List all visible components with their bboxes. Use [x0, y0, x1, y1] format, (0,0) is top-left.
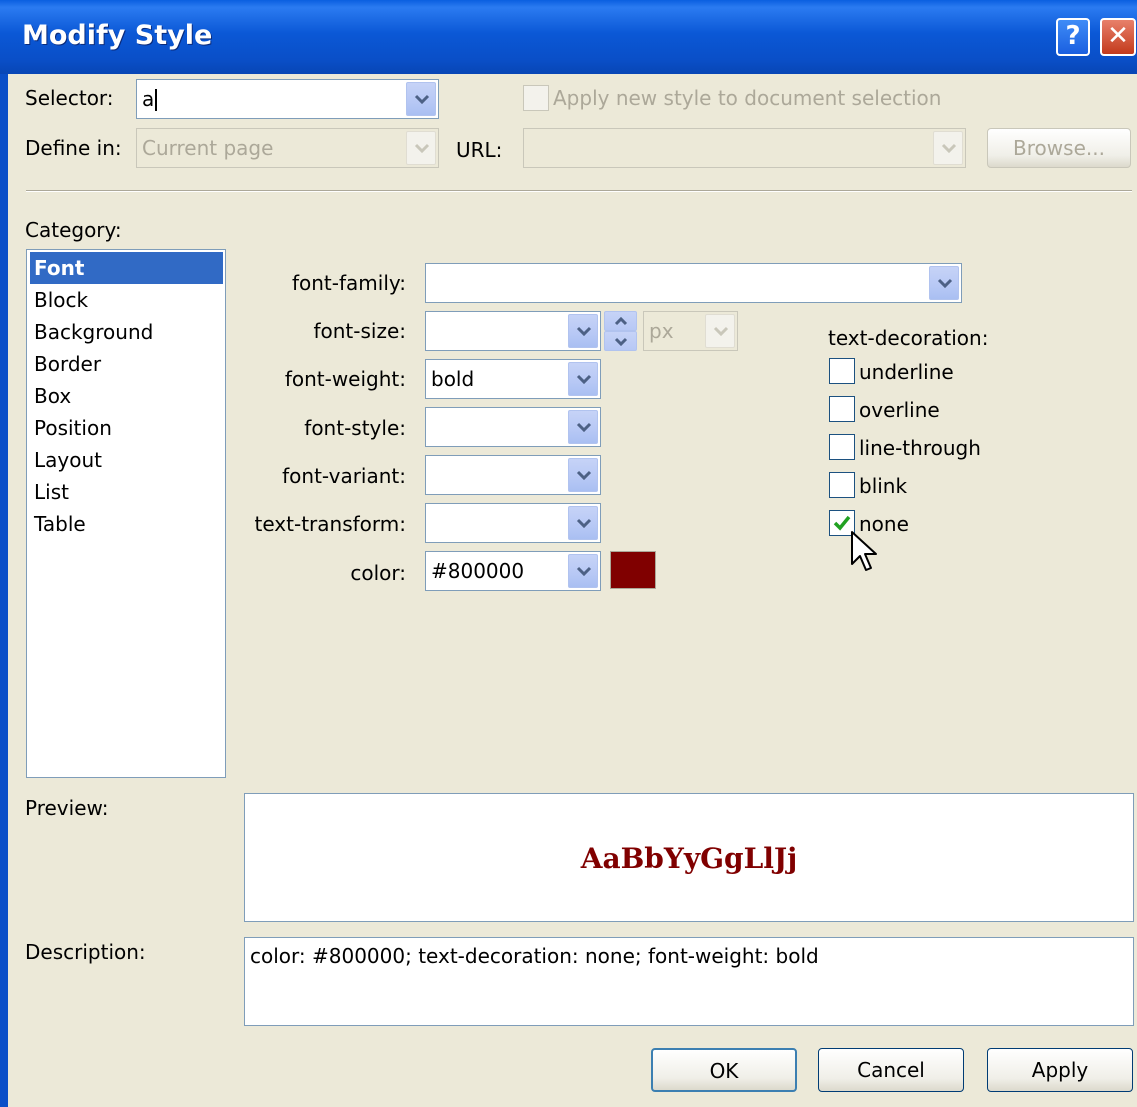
font-variant-label: font-variant: — [282, 464, 406, 488]
close-button[interactable]: ✕ — [1100, 18, 1136, 56]
text-caret — [155, 89, 157, 111]
text-transform-dropdown-button[interactable] — [568, 506, 598, 540]
spin-down-button[interactable] — [604, 331, 637, 351]
font-weight-dropdown-button[interactable] — [568, 362, 598, 396]
chevron-down-icon — [614, 337, 628, 346]
color-combobox[interactable]: #800000 — [425, 551, 601, 591]
apply-button[interactable]: Apply — [987, 1048, 1133, 1092]
window-title: Modify Style — [22, 20, 213, 51]
chevron-down-icon — [576, 374, 592, 384]
selector-value: a — [142, 87, 155, 111]
preview-box: AaBbYyGgLlJj — [244, 793, 1134, 922]
ok-button[interactable]: OK — [651, 1048, 797, 1092]
chevron-down-icon — [576, 326, 592, 336]
help-button[interactable]: ? — [1056, 18, 1090, 56]
color-swatch[interactable] — [610, 551, 656, 589]
chevron-down-icon — [576, 518, 592, 528]
selector-dropdown-button[interactable] — [406, 82, 436, 116]
font-variant-combobox[interactable] — [425, 455, 601, 495]
chevron-down-icon — [576, 566, 592, 576]
font-weight-combobox[interactable]: bold — [425, 359, 601, 399]
chevron-down-icon — [576, 422, 592, 432]
spin-up-button[interactable] — [604, 311, 637, 331]
font-variant-dropdown-button[interactable] — [568, 458, 598, 492]
preview-label: Preview: — [25, 796, 109, 820]
font-size-combobox[interactable] — [425, 311, 601, 351]
chevron-down-icon — [414, 143, 430, 153]
chevron-down-icon — [713, 326, 729, 336]
overline-checkbox[interactable] — [829, 396, 855, 422]
apply-new-style-label: Apply new style to document selection — [553, 86, 942, 110]
chevron-down-icon — [414, 94, 430, 104]
define-in-value: Current page — [142, 136, 274, 160]
define-in-dropdown-button[interactable] — [406, 131, 436, 165]
font-weight-value: bold — [431, 367, 475, 391]
font-family-dropdown-button[interactable] — [929, 266, 959, 300]
text-decoration-label: text-decoration: — [828, 326, 989, 350]
chevron-down-icon — [576, 470, 592, 480]
font-family-label: font-family: — [291, 271, 406, 295]
window-border — [0, 74, 8, 1107]
line-through-label: line-through — [859, 436, 981, 460]
font-style-dropdown-button[interactable] — [568, 410, 598, 444]
preview-sample: AaBbYyGgLlJj — [580, 842, 798, 875]
selector-label: Selector: — [25, 86, 114, 110]
color-value: #800000 — [431, 559, 525, 583]
checkmark-icon — [833, 515, 851, 531]
chevron-down-icon — [937, 278, 953, 288]
url-label: URL: — [456, 138, 503, 162]
font-size-unit-combobox[interactable]: px — [643, 311, 738, 351]
cancel-button[interactable]: Cancel — [818, 1048, 964, 1092]
description-text: color: #800000; text-decoration: none; f… — [250, 944, 819, 968]
mouse-cursor-icon — [851, 531, 877, 571]
underline-checkbox[interactable] — [829, 358, 855, 384]
define-in-label: Define in: — [25, 136, 122, 160]
define-in-combobox[interactable]: Current page — [136, 128, 439, 168]
font-size-label: font-size: — [313, 319, 406, 343]
color-dropdown-button[interactable] — [568, 554, 598, 588]
font-weight-label: font-weight: — [284, 367, 406, 391]
text-transform-label: text-transform: — [254, 512, 406, 536]
font-size-spinner[interactable] — [604, 311, 637, 351]
close-icon: ✕ — [1107, 21, 1129, 51]
underline-label: underline — [859, 360, 954, 384]
description-label: Description: — [25, 940, 146, 964]
chevron-down-icon — [941, 143, 957, 153]
line-through-checkbox[interactable] — [829, 434, 855, 460]
chevron-up-icon — [614, 317, 628, 326]
font-style-label: font-style: — [304, 416, 406, 440]
font-size-unit-value: px — [649, 319, 674, 343]
apply-new-style-checkbox[interactable] — [523, 85, 549, 111]
help-icon: ? — [1065, 21, 1081, 51]
separator — [26, 190, 1132, 192]
browse-button[interactable]: Browse... — [987, 128, 1131, 168]
font-size-unit-dropdown-button[interactable] — [705, 314, 735, 348]
text-transform-combobox[interactable] — [425, 503, 601, 543]
title-bar[interactable]: Modify Style ? ✕ — [0, 0, 1137, 74]
blink-label: blink — [859, 474, 908, 498]
url-combobox[interactable] — [523, 128, 966, 168]
font-size-dropdown-button[interactable] — [568, 314, 598, 348]
description-box: color: #800000; text-decoration: none; f… — [244, 937, 1134, 1026]
font-family-combobox[interactable] — [425, 263, 962, 303]
url-dropdown-button[interactable] — [933, 131, 963, 165]
category-label: Category: — [25, 218, 122, 242]
blink-checkbox[interactable] — [829, 472, 855, 498]
font-style-combobox[interactable] — [425, 407, 601, 447]
selector-combobox[interactable]: a — [136, 79, 439, 119]
color-label: color: — [350, 561, 406, 585]
overline-label: overline — [859, 398, 940, 422]
